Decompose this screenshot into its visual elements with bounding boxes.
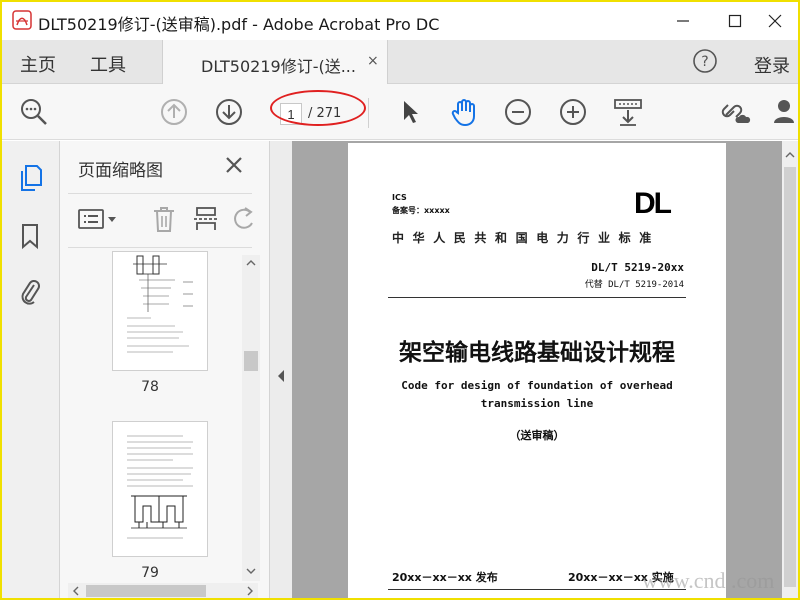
thumbnail-page-number: 79	[141, 565, 159, 581]
zoom-out-icon	[505, 99, 531, 125]
rotate-page-button[interactable]	[230, 205, 258, 233]
document-title-cn: 架空输电线路基础设计规程	[399, 340, 675, 366]
zoom-out-button[interactable]	[502, 96, 534, 128]
thumbnail-page-number: 78	[141, 379, 159, 395]
scroll-up-icon	[785, 152, 795, 158]
panel-title: 页面缩略图	[78, 161, 163, 181]
page-total: / 271	[308, 106, 342, 121]
watermark-text: www.cnd .com	[642, 568, 775, 593]
panel-collapse-handle[interactable]	[270, 141, 292, 598]
search-icon	[21, 99, 47, 125]
tab-document[interactable]: DLT50219修订-(送... ×	[162, 40, 388, 84]
split-page-icon	[194, 207, 218, 230]
scroll-down-icon	[246, 568, 256, 574]
attachments-button[interactable]	[16, 277, 44, 307]
acrobat-logo-icon	[12, 10, 32, 30]
page-preview	[127, 435, 193, 539]
zoom-in-button[interactable]	[557, 96, 589, 128]
bookmark-icon	[22, 224, 38, 250]
hand-tool-button[interactable]	[448, 96, 480, 128]
arrow-up-circle-icon	[161, 99, 187, 125]
search-button[interactable]	[18, 96, 50, 128]
help-icon[interactable]: ?	[692, 48, 718, 74]
scroll-right-icon	[247, 586, 253, 596]
arrow-down-circle-icon	[216, 99, 242, 125]
split-page-button[interactable]	[192, 205, 220, 233]
thumbnail-vertical-scrollbar[interactable]	[242, 255, 260, 581]
zoom-in-icon	[560, 99, 586, 125]
close-panel-icon[interactable]	[222, 153, 246, 177]
page-thumbnail[interactable]	[112, 421, 208, 557]
delete-page-button[interactable]	[150, 205, 178, 233]
main-toolbar: / 271	[2, 84, 798, 140]
close-icon	[768, 14, 782, 28]
link-cloud-icon	[721, 104, 751, 123]
page-display-button[interactable]	[612, 96, 644, 128]
app-window: DLT50219修订-(送审稿).pdf - Adobe Acrobat Pro…	[0, 0, 800, 600]
previous-page-button[interactable]	[158, 96, 190, 128]
page-number-input[interactable]	[280, 103, 302, 125]
add-user-button[interactable]	[770, 96, 798, 128]
select-tool-button[interactable]	[394, 96, 426, 128]
hand-icon	[451, 99, 475, 127]
record-number: 备案号：xxxxx	[392, 206, 450, 215]
page-preview	[127, 255, 193, 353]
document-scrollbar[interactable]	[782, 141, 798, 598]
title-bar: DLT50219修订-(送审稿).pdf - Adobe Acrobat Pro…	[2, 2, 798, 40]
scrollbar-thumb[interactable]	[86, 585, 206, 597]
window-title: DLT50219修订-(送审稿).pdf - Adobe Acrobat Pro…	[38, 15, 440, 34]
add-user-icon	[774, 100, 794, 123]
page-thumbnail[interactable]	[112, 251, 208, 371]
tab-bar: 主页 工具 DLT50219修订-(送... × ? 登录	[2, 40, 798, 84]
document-title-en: Code for design of foundation of overhea…	[348, 377, 726, 413]
industry-standard-heading: 中华人民共和国电力行业标准	[392, 231, 660, 245]
title-en-line: Code for design of foundation of overhea…	[401, 379, 673, 392]
tab-home[interactable]: 主页	[20, 51, 56, 77]
bookmarks-button[interactable]	[16, 221, 44, 251]
share-link-button[interactable]	[720, 96, 752, 128]
panel-divider	[68, 193, 252, 194]
scrollbar-thumb[interactable]	[244, 351, 258, 371]
tab-tools[interactable]: 工具	[90, 51, 126, 77]
document-page: ICS 备案号：xxxxx DL 中华人民共和国电力行业标准 DL/T 5219…	[348, 143, 726, 598]
rotate-icon	[234, 207, 253, 229]
options-menu-icon	[78, 209, 116, 229]
publish-date: 20xx－xx－xx 发布	[392, 571, 498, 584]
minimize-icon	[677, 20, 689, 22]
ics-label: ICS	[392, 193, 407, 202]
standard-number: DL/T 5219-20xx	[591, 261, 684, 274]
document-viewport[interactable]: ICS 备案号：xxxxx DL 中华人民共和国电力行业标准 DL/T 5219…	[292, 141, 782, 598]
left-navigation-rail	[2, 141, 60, 598]
login-button[interactable]: 登录	[754, 52, 790, 78]
panel-divider	[68, 247, 252, 248]
scrollbar-thumb[interactable]	[784, 167, 796, 587]
minimize-button[interactable]	[660, 2, 706, 40]
thumbnail-horizontal-scrollbar[interactable]	[68, 583, 258, 598]
tab-document-label: DLT50219修订-(送...	[201, 57, 356, 76]
draft-label: （送审稿）	[509, 429, 565, 442]
page-thumbnails-button[interactable]	[16, 163, 44, 193]
scroll-up-icon	[246, 260, 256, 266]
header-rule	[388, 297, 686, 298]
pages-icon	[21, 165, 42, 191]
toolbar-divider	[368, 98, 369, 128]
replaces-standard: 代替 DL/T 5219-2014	[584, 280, 684, 290]
dl-logo: DL	[634, 187, 672, 220]
maximize-icon	[728, 14, 742, 28]
scroll-left-icon	[73, 586, 79, 596]
thumbnail-options-button[interactable]	[76, 205, 120, 233]
tab-close-button[interactable]: ×	[367, 53, 379, 69]
svg-text:?: ?	[701, 54, 708, 70]
cursor-arrow-icon	[404, 101, 418, 123]
scroll-mode-icon	[614, 99, 642, 126]
thumbnail-panel: 页面缩略图 78 79	[60, 141, 270, 598]
close-window-button[interactable]	[752, 2, 798, 40]
trash-icon	[154, 207, 174, 232]
paperclip-icon	[21, 280, 40, 305]
next-page-button[interactable]	[213, 96, 245, 128]
collapse-left-icon	[278, 370, 284, 382]
thumbnail-list: 78 79	[60, 251, 240, 581]
title-en-line: transmission line	[480, 397, 594, 410]
